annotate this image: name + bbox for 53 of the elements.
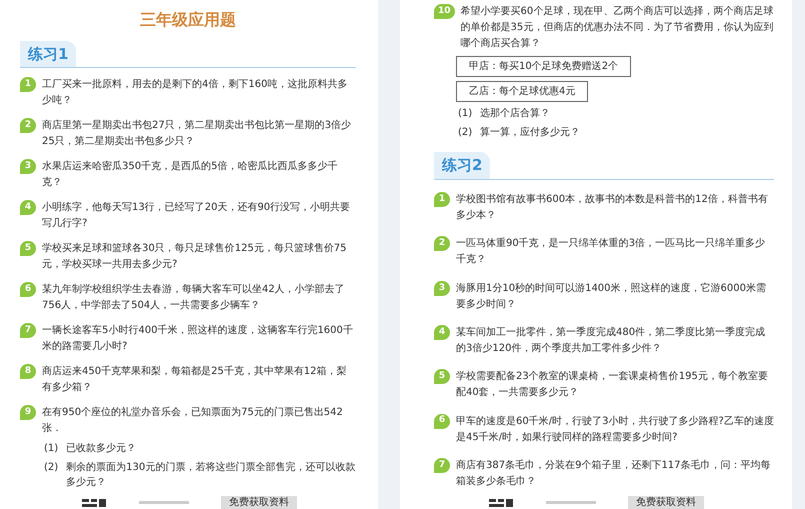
part-text: 剩余的票面为130元的门票，若将这些门票全部售完，还可以收款多少元？ <box>66 460 356 490</box>
offer-box: 乙店：每个足球优惠4元 <box>456 81 588 102</box>
question-text: 商店有387条毛巾，分装在9个箱子里，还剩下117条毛巾，问：平均每箱装多少条毛巾？ <box>456 458 772 489</box>
question-text: 学校买来足球和篮球各30只，每只足球售价125元，每只篮球售价75元，学校买球一共用去多少元? <box>42 242 348 272</box>
part-number: (2) <box>44 460 58 475</box>
question-text: 学校图书馆有故事书600本，故事书的本数是科普书的12倍，科普书有多少本？ <box>456 192 769 224</box>
logo-drawing <box>488 498 514 508</box>
number-badge: 4 <box>434 325 450 340</box>
part-text: 已收款多少元？ <box>66 442 136 456</box>
logo-drawing <box>81 498 107 508</box>
number-badge: 7 <box>434 458 450 473</box>
part-number: (2) <box>458 126 472 140</box>
question-text: 某九年制学校组织学生去春游，每辆大客车可以坐42人，小学部去了756人，中学部去了504人，一共需要多少辆车？ <box>42 282 346 314</box>
question-text: 甲车的速度是60千米/时，行驶了3小时，共行驶了多少路程?乙车的速度是45千米/时，如果行驶同样的路程需要多少时间? <box>456 414 774 445</box>
part-number: (1) <box>458 107 472 121</box>
offer-box: 甲店：每买10个足球免费赠送2个 <box>456 56 632 77</box>
free-materials-button[interactable]: 免费获取资料 <box>628 496 704 509</box>
section-heading: 练习1 <box>20 40 76 68</box>
section-heading: 练习2 <box>434 152 490 179</box>
question-text: 工厂买来一批原料，用去的是剩下的4倍，剩下160吨，这批原料共多少吨？ <box>42 78 348 108</box>
number-badge: 9 <box>20 404 36 420</box>
number-badge: 5 <box>434 369 450 384</box>
question-text: 水果店运来哈密瓜350千克，是西瓜的5倍，哈密瓜比西瓜多多少千克？ <box>42 160 338 190</box>
footer-line <box>139 501 189 504</box>
part-text: 算一算，应付多少元？ <box>480 126 580 140</box>
question-text: 商店运来450千克苹果和梨，每箱都是25千克，其中苹果有12箱，梨有多少箱？ <box>42 364 348 395</box>
number-badge: 8 <box>20 364 36 379</box>
question-text: 一辆长途客车5小时行400千米，照这样的速度，这辆客车行完1600千米的路需要几小时? <box>42 324 354 354</box>
question-text: 某车间加工一批零件，第一季度完成480件，第二季度比第一季度完成的3倍少120件，两个季度共加工零件多少件？ <box>456 326 766 356</box>
footer-line <box>546 501 596 504</box>
question-text: 希望小学要买60个足球，现在甲、乙两个商店可以选择，两个商店足球的单价都是35元，但商店的优惠办法不同．为了节省费用，你认为应到哪个商店买合算？ <box>460 4 774 51</box>
number-badge: 10 <box>434 4 455 19</box>
number-badge: 1 <box>20 77 36 92</box>
number-badge: 3 <box>20 159 36 174</box>
question-text: 学校需要配备23个教室的课桌椅，一套课桌椅售价195元，每个教室要配40套，一共需要多少元？ <box>456 370 769 400</box>
free-materials-button[interactable]: 免费获取资料 <box>221 496 297 509</box>
number-badge: 2 <box>434 236 450 252</box>
number-badge: 2 <box>20 118 36 134</box>
page-title: 三年级应用题 <box>140 9 236 31</box>
question-text: 商店里第一星期卖出书包27只，第二星期卖出书包比第一星期的3倍少25只，第二星期卖出书包多少只？ <box>42 118 352 150</box>
number-badge: 3 <box>434 280 450 296</box>
number-badge: 6 <box>434 414 450 429</box>
part-text: 选那个店合算？ <box>480 106 550 121</box>
question-text: 在有950个座位的礼堂办音乐会，已知票面为75元的门票已售出542张． <box>42 406 344 436</box>
number-badge: 5 <box>20 241 36 256</box>
number-badge: 4 <box>20 200 36 216</box>
question-text: 海豚用1分10秒的时间可以游1400米，照这样的速度，它游6000米需要多少时间？ <box>456 282 767 312</box>
number-badge: 6 <box>20 282 36 298</box>
question-text: 小明练字，他每天写13行，已经写了20天，还有90行没写，小明共要写几行字? <box>42 200 352 232</box>
question-text: 一匹马体重90千克，是一只绵羊体重的3倍，一匹马比一只绵羊重多少千克？ <box>456 236 766 268</box>
number-badge: 7 <box>20 323 36 338</box>
number-badge: 1 <box>434 192 450 208</box>
part-number: (1) <box>44 442 58 456</box>
